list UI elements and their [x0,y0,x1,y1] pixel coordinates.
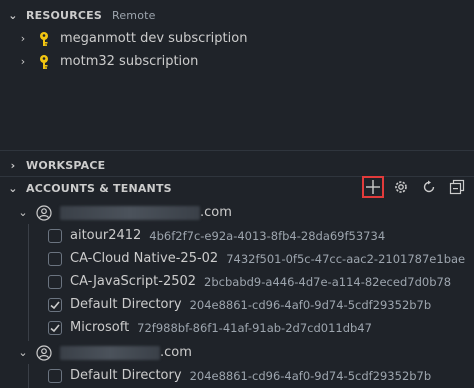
accounts-title: ACCOUNTS & TENANTS [26,181,172,195]
tenant-id: 204e8861-cd96-4af0-9d74-5cdf29352b7b [189,368,432,383]
resource-item[interactable]: › motm32 subscription [0,50,474,73]
tenant-checkbox[interactable] [48,251,62,266]
account-icon [36,344,52,361]
tenant-checkbox[interactable] [48,320,62,335]
resources-section-header[interactable]: ⌄ RESOURCES Remote [0,4,474,26]
tenant-checkbox[interactable] [48,274,62,289]
tenant-name: CA-JavaScript-2502 [70,274,197,289]
workspace-title: WORKSPACE [26,158,106,172]
resource-item-label: motm32 subscription [60,54,199,69]
tenant-item[interactable]: Default Directory 204e8861-cd96-4af0-9d7… [0,364,474,387]
refresh-icon [423,180,435,193]
section-divider [0,150,474,151]
chevron-down-icon: ⌄ [8,181,18,195]
workspace-section-header[interactable]: › WORKSPACE [0,154,474,176]
chevron-right-icon: › [10,158,16,172]
tenant-item[interactable]: Default Directory 204e8861-cd96-4af0-9d7… [0,293,474,316]
resources-subtitle: Remote [111,8,156,22]
gear-icon [395,181,407,193]
account-email-suffix: .com [200,205,232,220]
chevron-right-icon: › [20,55,26,68]
tenant-id: 204e8861-cd96-4af0-9d74-5cdf29352b7b [189,297,432,312]
resources-title: RESOURCES [26,8,102,22]
tenant-name: Microsoft [70,320,130,335]
tenant-id: 4b6f2f7c-e92a-4013-8fb4-28da69f53734 [149,228,386,243]
tenant-item[interactable]: Microsoft 72f988bf-86f1-41af-91ab-2d7cd0… [0,316,474,339]
tenant-id: 2bcbabd9-a446-4d7e-a114-82eced7d0b78 [204,274,452,289]
collapse-all-button[interactable] [446,176,468,198]
redacted-email [60,345,160,360]
settings-button[interactable] [390,176,412,198]
checkmark-icon [50,323,60,332]
tenant-checkbox[interactable] [48,297,62,312]
account-email-suffix: .com [160,345,192,360]
key-icon [40,31,48,46]
account-item[interactable]: ⌄ .com [0,341,474,364]
key-icon [40,54,48,69]
refresh-button[interactable] [418,176,440,198]
tenant-checkbox[interactable] [48,228,62,243]
tenant-name: Default Directory [70,368,182,383]
tenant-name: CA-Cloud Native-25-02 [70,251,219,266]
tenant-id: 7432f501-0f5c-47cc-aac2-2101787e1bae [226,251,466,266]
tenant-item[interactable]: CA-JavaScript-2502 2bcbabd9-a446-4d7e-a1… [0,270,474,293]
tenant-name: Default Directory [70,297,182,312]
add-button[interactable] [362,176,384,198]
chevron-down-icon: ⌄ [8,8,18,22]
tenant-item[interactable]: CA-Cloud Native-25-02 7432f501-0f5c-47cc… [0,247,474,270]
checkmark-icon [50,300,60,309]
account-icon [36,204,52,221]
account-item[interactable]: ⌄ .com [0,201,474,224]
chevron-down-icon: ⌄ [18,346,28,359]
chevron-down-icon: ⌄ [18,206,28,219]
add-icon [366,180,380,194]
tenant-checkbox[interactable] [48,368,62,383]
resource-item[interactable]: › meganmott dev subscription [0,27,474,50]
collapse-all-icon [449,179,465,195]
chevron-right-icon: › [20,32,26,45]
redacted-email [60,205,200,220]
tenant-id: 72f988bf-86f1-41af-91ab-2d7cd011db47 [137,320,372,335]
accounts-toolbar [362,176,468,198]
tenant-name: aitour2412 [70,228,142,243]
resource-item-label: meganmott dev subscription [60,31,248,46]
tenant-item[interactable]: aitour2412 4b6f2f7c-e92a-4013-8fb4-28da6… [0,224,474,247]
